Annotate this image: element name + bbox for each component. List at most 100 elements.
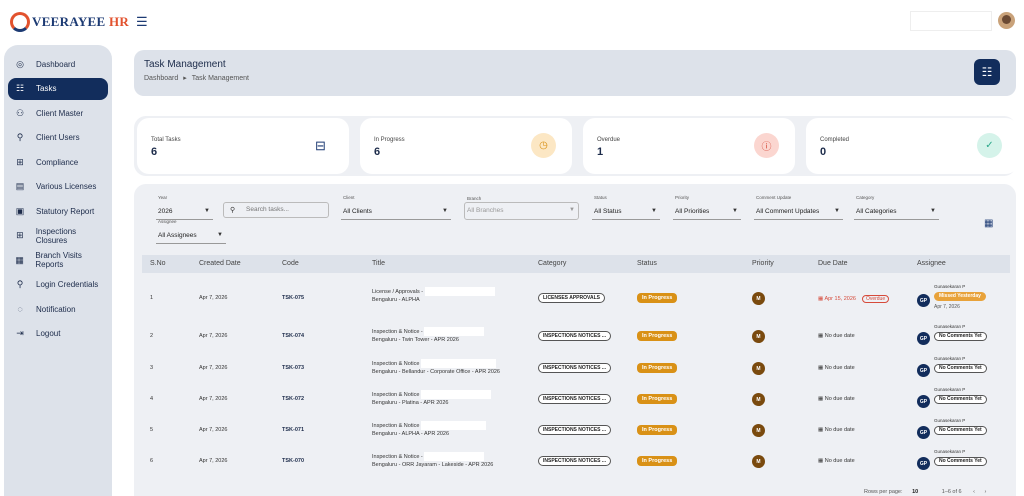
sidebar-item-label: Inspections Closures — [35, 226, 77, 245]
task-tree-icon[interactable]: ☷ — [974, 59, 1000, 85]
prev-page-icon[interactable]: ‹ — [973, 489, 975, 495]
year-filter[interactable]: Year 2026 ▼ — [156, 195, 213, 220]
sidebar-item-branch-visits-reports[interactable]: ▦ Branch Visits Reports — [8, 249, 108, 271]
sidebar-item-logout[interactable]: ⇥ Logout — [8, 323, 108, 345]
cell-code[interactable]: TSK-073 — [282, 365, 304, 371]
assignee-avatar: GP — [917, 364, 930, 377]
user-avatar[interactable] — [998, 12, 1015, 29]
sidebar-item-statutory-report[interactable]: ▣ Statutory Report — [8, 200, 108, 222]
grid-view-icon[interactable]: ▦ — [984, 218, 993, 229]
priority-filter[interactable]: Priority All Priorities ▼ — [673, 195, 741, 220]
next-page-icon[interactable]: › — [985, 489, 987, 495]
sidebar-item-label: Notification — [36, 304, 76, 314]
caret-down-icon: ▼ — [217, 232, 223, 238]
breadcrumb-home[interactable]: Dashboard — [144, 75, 178, 82]
table-row[interactable]: 5 Apr 7, 2026 TSK-071 Inspection & Notice B… — [142, 414, 1010, 445]
column-header-category[interactable]: Category — [538, 260, 566, 267]
stat-card-in-progress[interactable]: In Progress 6 ◷ — [360, 118, 572, 174]
sidebar-item-label: Logout — [36, 329, 61, 338]
sidebar-item-dashboard[interactable]: ◎ Dashboard — [8, 53, 108, 75]
comment-status-badge: No Comments Yet — [934, 457, 987, 466]
stat-card-total-tasks[interactable]: Total Tasks 6 ⊟ — [137, 118, 349, 174]
cell-created-date: Apr 7, 2026 — [199, 295, 228, 301]
client-filter[interactable]: Client All Clients ▼ — [341, 195, 451, 220]
column-header-code[interactable]: Code — [282, 260, 299, 267]
cell-created-date: Apr 7, 2026 — [199, 427, 228, 433]
page-range: 1–6 of 6 — [941, 489, 962, 495]
comment-update-filter[interactable]: Comment Update All Comment Updates ▼ — [754, 195, 843, 220]
sidebar-item-client-master[interactable]: ⚇ Client Master — [8, 102, 108, 124]
branch-filter-value: All Branches — [467, 207, 504, 214]
task-search-input[interactable] — [246, 206, 326, 213]
task-search-box[interactable]: ⚲ — [223, 202, 329, 218]
comment-status-badge: No Comments Yet — [934, 395, 987, 404]
branch-filter[interactable]: Branch All Branches ▼ — [464, 196, 579, 220]
cell-code[interactable]: TSK-072 — [282, 396, 304, 402]
priority-badge: M — [752, 330, 765, 343]
client-filter-label: Client — [343, 195, 355, 200]
sidebar-item-notification[interactable]: ◌ Notification — [8, 298, 108, 320]
breadcrumb-separator: ▸ — [183, 75, 187, 82]
table-row[interactable]: 6 Apr 7, 2026 TSK-070 Inspection & Notice -… — [142, 445, 1010, 476]
sidebar-item-client-users[interactable]: ⚲ Client Users — [8, 127, 108, 149]
table-row[interactable]: 2 Apr 7, 2026 TSK-074 Inspection & Notice -… — [142, 320, 1010, 351]
stat-card-overdue[interactable]: Overdue 1 ⓘ — [583, 118, 795, 174]
total-tasks-icon: ⊟ — [308, 133, 333, 158]
category-filter[interactable]: Category All Categories ▼ — [854, 195, 939, 220]
stat-card-completed[interactable]: Completed 0 ✓ — [806, 118, 1018, 174]
comment-status-badge: Missed Yesterday — [934, 292, 986, 301]
column-header-priority[interactable]: Priority — [752, 260, 774, 267]
column-header-due-date[interactable]: Due Date — [818, 260, 848, 267]
menu-toggle-icon[interactable]: ☰ — [136, 14, 148, 30]
cell-code[interactable]: TSK-074 — [282, 333, 304, 339]
cell-title[interactable]: Inspection & Notice Bengaluru - ALPHA - … — [372, 421, 532, 438]
pagination: Rows per page: 10 1–6 of 6 ‹ › — [864, 489, 986, 495]
column-header-assignee[interactable]: Assignee — [917, 260, 946, 267]
sidebar-item-various-licenses[interactable]: ▤ Various Licenses — [8, 176, 108, 198]
cell-code[interactable]: TSK-070 — [282, 458, 304, 464]
sidebar-item-label: Compliance — [36, 157, 79, 167]
table-row[interactable]: 1 Apr 7, 2026 TSK-075 License / Approvals -… — [142, 282, 1010, 313]
sidebar-item-label: Login Credentials — [36, 280, 99, 289]
cell-title[interactable]: License / Approvals - Bengaluru - ALPHA — [372, 287, 532, 304]
due-date-text: No due date — [824, 458, 855, 464]
in-progress-clock-icon: ◷ — [531, 133, 556, 158]
comment-status-badge: No Comments Yet — [934, 364, 987, 373]
brand-logo[interactable]: VEERAYEE HR — [10, 12, 129, 32]
sidebar-item-tasks[interactable]: ☷ Tasks — [8, 77, 108, 100]
rows-per-page-select[interactable]: 10 — [912, 489, 918, 495]
table-header: S.No Created Date Code Title Category Status P… — [142, 255, 1010, 273]
top-search-field[interactable] — [910, 11, 992, 31]
sidebar: ◎ Dashboard ☷ Tasks ⚇ Client Master ⚲ Client Us… — [4, 45, 112, 496]
cell-title[interactable]: Inspection & Notice Bengaluru - Bellandu… — [372, 359, 532, 376]
cell-title[interactable]: Inspection & Notice - Bengaluru - Twin T… — [372, 327, 532, 344]
assignee-filter[interactable]: Assignee All Assignees ▼ — [156, 219, 226, 244]
cell-due-date: ▦ No due date — [818, 365, 855, 371]
assignee-name: Gunasekaran P — [934, 387, 966, 392]
table-row[interactable]: 4 Apr 7, 2026 TSK-072 Inspection & Notice B… — [142, 383, 1010, 414]
assignee-avatar: GP — [917, 395, 930, 408]
status-badge: In Progress — [637, 363, 678, 373]
title-line-1: Inspection & Notice — [372, 422, 420, 429]
sidebar-item-compliance[interactable]: ⊞ Compliance — [8, 151, 108, 173]
column-header-title[interactable]: Title — [372, 260, 385, 267]
column-header-status[interactable]: Status — [637, 260, 657, 267]
sidebar-item-inspections-closures[interactable]: ⊞ Inspections Closures — [8, 225, 108, 247]
brand-name: VEERAYEE — [32, 14, 106, 29]
status-filter[interactable]: Status All Status ▼ — [592, 195, 660, 220]
cell-due-date: ▦ No due date — [818, 333, 855, 339]
column-header-created-date[interactable]: Created Date — [199, 260, 241, 267]
sidebar-item-label: Various Licenses — [36, 182, 97, 191]
table-row[interactable]: 3 Apr 7, 2026 TSK-073 Inspection & Notice B… — [142, 352, 1010, 383]
cell-created-date: Apr 7, 2026 — [199, 396, 228, 402]
chat-icon: ◌ — [17, 304, 23, 314]
cell-sno: 2 — [150, 333, 154, 339]
column-header-s-no[interactable]: S.No — [150, 260, 166, 267]
report-icon: ▣ — [15, 205, 25, 216]
cell-title[interactable]: Inspection & Notice - Bengaluru - ORR Ja… — [372, 452, 532, 469]
cell-title[interactable]: Inspection & Notice Bengaluru - Platina … — [372, 390, 532, 407]
category-badge: LICENSES APPROVALS — [538, 293, 605, 303]
cell-code[interactable]: TSK-071 — [282, 427, 304, 433]
cell-code[interactable]: TSK-075 — [282, 295, 304, 301]
sidebar-item-login-credentials[interactable]: ⚲ Login Credentials — [8, 274, 108, 296]
